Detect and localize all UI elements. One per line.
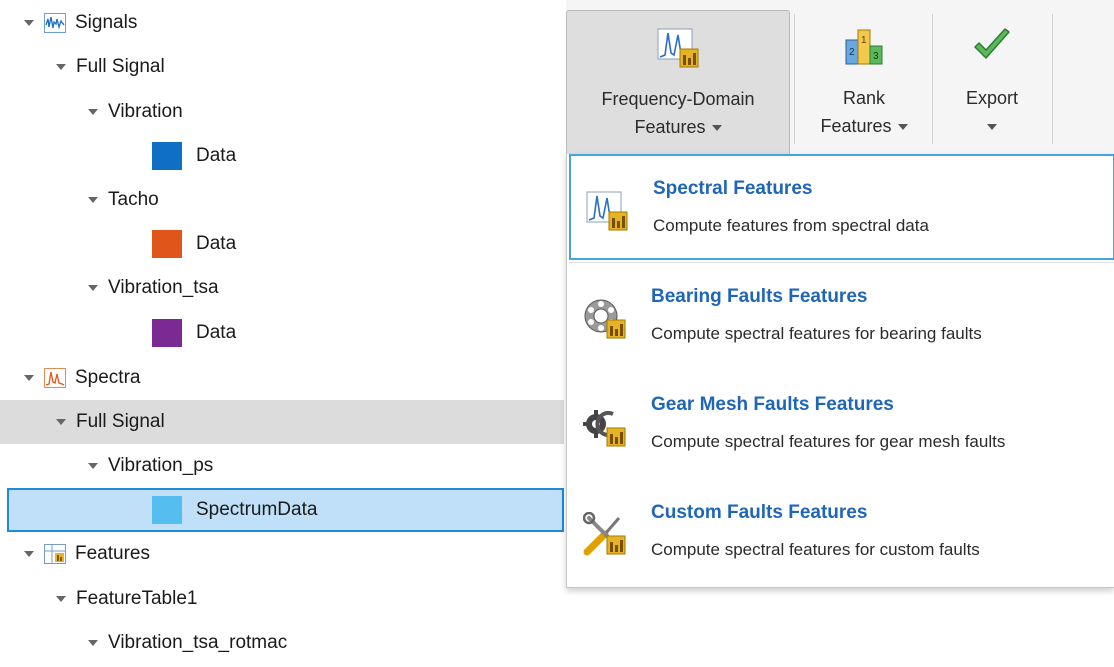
frequency-domain-features-menu: Spectral Features Compute features from … <box>566 154 1114 588</box>
spectra-icon <box>44 368 66 388</box>
menu-item-bearing-faults-features[interactable]: Bearing Faults Features Compute spectral… <box>569 264 1114 370</box>
tree-node-label: Vibration_ps <box>108 455 214 476</box>
tree-node-spectra[interactable]: Spectra <box>0 356 564 400</box>
expand-arrow-icon[interactable] <box>24 20 34 26</box>
expand-arrow-icon[interactable] <box>88 640 98 646</box>
expand-arrow-icon[interactable] <box>24 375 34 381</box>
tree-node-spectrum-data[interactable]: SpectrumData <box>7 488 564 532</box>
tree-node-label: Tacho <box>108 189 159 210</box>
color-swatch <box>152 230 182 258</box>
tree-node-vibration-tsa-data[interactable]: Data <box>0 311 564 355</box>
color-swatch <box>152 496 182 524</box>
tree-node-label: Spectra <box>75 367 141 388</box>
color-swatch <box>152 319 182 347</box>
tree-node-label: Data <box>196 233 237 254</box>
menu-item-title: Custom Faults Features <box>651 502 868 523</box>
tree-node-tacho-data[interactable]: Data <box>0 222 564 266</box>
dropdown-caret-icon <box>711 125 722 132</box>
tree-node-tacho[interactable]: Tacho <box>0 178 564 222</box>
export-button[interactable]: Export <box>938 10 1046 154</box>
tree-node-signals[interactable]: Signals <box>0 1 564 45</box>
tree-node-label: Signals <box>75 12 138 33</box>
expand-arrow-icon[interactable] <box>88 109 98 115</box>
gear-icon <box>583 410 626 447</box>
checkmark-icon <box>974 28 1010 59</box>
button-label-line2: Features <box>820 116 892 136</box>
tree-node-label: Vibration_tsa <box>108 277 219 298</box>
tree-node-full-signal[interactable]: Full Signal <box>0 45 564 89</box>
rank-features-icon: 2 1 3 <box>845 29 883 65</box>
dropdown-caret-icon <box>987 124 997 131</box>
toolstrip: Frequency-Domain Features 2 1 3 Rank Fea… <box>566 0 1114 154</box>
signals-icon <box>44 13 66 33</box>
tree-node-label: Vibration_tsa_rotmac <box>108 632 288 653</box>
tools-icon <box>583 512 626 556</box>
tree-node-featuretable1[interactable]: FeatureTable1 <box>0 577 564 621</box>
menu-item-description: Compute spectral features for gear mesh … <box>651 432 1006 451</box>
button-label-line2: Features <box>634 117 706 137</box>
menu-item-description: Compute spectral features for custom fau… <box>651 540 980 559</box>
tree-node-label: Full Signal <box>76 411 165 432</box>
tree-node-label: Vibration <box>108 101 183 122</box>
tree-node-vibration-tsa-rotmac[interactable]: Vibration_tsa_rotmac <box>0 621 564 665</box>
menu-item-gear-mesh-faults-features[interactable]: Gear Mesh Faults Features Compute spectr… <box>569 372 1114 478</box>
button-label-line1: Rank <box>842 88 885 108</box>
expand-arrow-icon[interactable] <box>24 551 34 557</box>
tree-node-vibration-tsa[interactable]: Vibration_tsa <box>0 266 564 310</box>
frequency-domain-features-button[interactable]: Frequency-Domain Features <box>566 10 790 154</box>
dropdown-caret-icon <box>897 124 908 131</box>
menu-item-title: Bearing Faults Features <box>651 286 868 307</box>
features-icon <box>44 544 66 564</box>
toolstrip-separator <box>932 14 933 144</box>
menu-divider <box>569 262 1114 263</box>
rank-features-button[interactable]: 2 1 3 Rank Features <box>800 10 928 154</box>
tree-node-label: Features <box>75 543 150 564</box>
tree-node-label: SpectrumData <box>196 499 318 520</box>
expand-arrow-icon[interactable] <box>56 596 66 602</box>
tree-node-features[interactable]: Features <box>0 532 564 576</box>
toolstrip-separator <box>1052 14 1053 144</box>
spectral-features-icon <box>586 191 628 231</box>
menu-item-description: Compute features from spectral data <box>653 216 929 235</box>
svg-text:3: 3 <box>873 51 879 62</box>
button-label-line1: Frequency-Domain <box>601 89 755 109</box>
menu-item-custom-faults-features[interactable]: Custom Faults Features Compute spectral … <box>569 480 1114 586</box>
tree-node-spectra-full-signal[interactable]: Full Signal <box>0 400 564 444</box>
bearing-icon <box>584 299 626 339</box>
expand-arrow-icon[interactable] <box>88 285 98 291</box>
menu-item-spectral-features[interactable]: Spectral Features Compute features from … <box>569 154 1114 260</box>
tree-node-vibration[interactable]: Vibration <box>0 90 564 134</box>
signal-tree: Signals Full Signal Vibration Data Tacho… <box>0 0 566 667</box>
expand-arrow-icon[interactable] <box>56 64 66 70</box>
color-swatch <box>152 142 182 170</box>
menu-item-description: Compute spectral features for bearing fa… <box>651 324 982 343</box>
frequency-domain-icon <box>657 28 699 68</box>
tree-node-label: Data <box>196 322 237 343</box>
menu-item-title: Gear Mesh Faults Features <box>651 394 894 415</box>
tree-node-label: FeatureTable1 <box>76 588 198 609</box>
expand-arrow-icon[interactable] <box>88 197 98 203</box>
tree-node-label: Full Signal <box>76 56 165 77</box>
tree-node-vibration-ps[interactable]: Vibration_ps <box>0 444 564 488</box>
tree-node-vibration-data[interactable]: Data <box>0 134 564 178</box>
menu-item-title: Spectral Features <box>653 178 813 199</box>
expand-arrow-icon[interactable] <box>88 463 98 469</box>
expand-arrow-icon[interactable] <box>56 419 66 425</box>
toolstrip-separator <box>794 14 795 144</box>
button-label-line1: Export <box>965 88 1019 108</box>
svg-text:1: 1 <box>861 35 867 46</box>
svg-text:2: 2 <box>849 47 855 58</box>
tree-node-label: Data <box>196 145 237 166</box>
